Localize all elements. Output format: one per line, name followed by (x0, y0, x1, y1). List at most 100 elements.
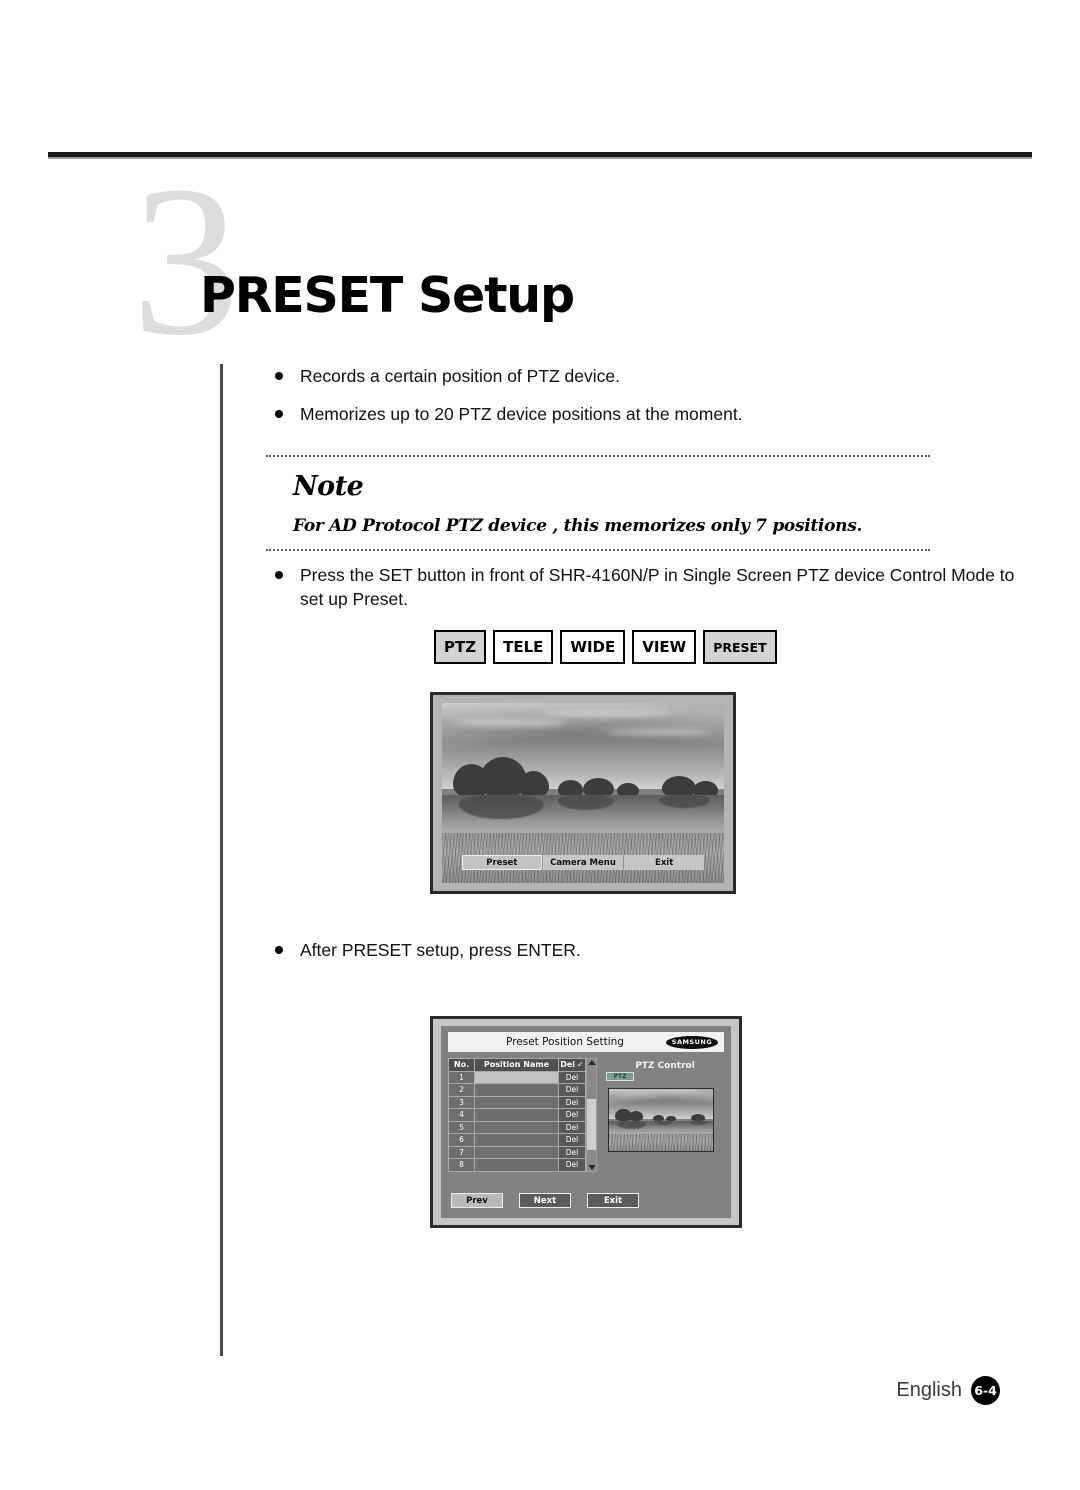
page-footer: English 6-4 (0, 1376, 1000, 1405)
check-icon: ✓ (577, 1060, 584, 1070)
footer-language: English (896, 1379, 962, 1401)
bullet-dot-icon (275, 946, 283, 954)
cell-del-button[interactable]: Del (558, 1133, 586, 1147)
preset-table-body: 1 Del 2 Del 3 Del 4 Del 5 Del 6 Del 7 De… (448, 1070, 586, 1172)
table-row[interactable]: 1 Del (448, 1070, 586, 1084)
next-button[interactable]: Next (519, 1193, 571, 1208)
scroll-up-icon[interactable] (587, 1060, 596, 1065)
camera-live-view: Preset Camera Menu Exit (442, 703, 724, 883)
cell-no: 6 (448, 1133, 475, 1147)
ptz-live-thumbnail (608, 1088, 714, 1152)
scrollbar-thumb[interactable] (587, 1099, 596, 1150)
cloud-shape (543, 709, 674, 717)
column-header-position-name: Position Name (474, 1058, 559, 1072)
preset-table-wrapper: No. Position Name Del ✓ 1 Del 2 Del 3 De… (448, 1058, 597, 1172)
cell-no: 5 (448, 1120, 475, 1134)
osd-item-camera-menu[interactable]: Camera Menu (543, 855, 625, 871)
cell-position-name[interactable] (474, 1158, 559, 1172)
preset-table: No. Position Name Del ✓ 1 Del 2 Del 3 De… (448, 1058, 586, 1172)
key-view-label: VIEW (642, 638, 687, 656)
key-preset[interactable]: PRESET (703, 630, 777, 664)
list-item-text: Press the SET button in front of SHR-416… (300, 565, 1015, 609)
cloud-shape (605, 728, 713, 735)
note-top-divider (266, 455, 930, 457)
key-wide[interactable]: WIDE (560, 630, 626, 664)
cell-no: 8 (448, 1158, 475, 1172)
table-row[interactable]: 8 Del (448, 1158, 586, 1172)
water-region (609, 1120, 713, 1135)
samsung-logo: SAMSUNG (666, 1035, 718, 1049)
thumbnail-view (609, 1089, 713, 1151)
cell-position-name[interactable] (474, 1145, 559, 1159)
field-region (609, 1133, 713, 1151)
cell-del-button[interactable]: Del (558, 1070, 586, 1084)
content-vertical-rule (220, 364, 223, 1356)
table-row[interactable]: 7 Del (448, 1145, 586, 1159)
note-text: For AD Protocol PTZ device , this memori… (293, 516, 863, 536)
key-tele[interactable]: TELE (493, 630, 554, 664)
cell-no: 1 (448, 1070, 475, 1084)
osd-item-exit[interactable]: Exit (624, 855, 704, 870)
cell-no: 2 (448, 1083, 475, 1097)
list-item-text: Records a certain position of PTZ device… (300, 366, 621, 386)
cell-del-button[interactable]: Del (558, 1095, 586, 1109)
scrollbar-track[interactable] (587, 1066, 596, 1164)
monitor-screenshot: Preset Camera Menu Exit (430, 692, 736, 894)
note-label: Note (293, 471, 364, 502)
reflection-shape (654, 1120, 674, 1126)
cell-del-button[interactable]: Del (558, 1145, 586, 1159)
key-view[interactable]: VIEW (632, 630, 697, 664)
cell-position-name[interactable] (474, 1095, 559, 1109)
key-tele-label: TELE (503, 638, 544, 656)
cell-position-name[interactable] (474, 1083, 559, 1097)
chapter-number: 3 (132, 141, 239, 380)
treeline-region (442, 756, 724, 797)
cell-del-button[interactable]: Del (558, 1108, 586, 1122)
exit-button[interactable]: Exit (587, 1193, 639, 1208)
table-row[interactable]: 5 Del (448, 1120, 586, 1134)
tree-shape (518, 770, 550, 797)
column-header-del: Del ✓ (558, 1058, 586, 1072)
preset-position-setting-dialog: Preset Position Setting SAMSUNG No. Posi… (441, 1026, 731, 1218)
dialog-button-row: Prev Next Exit (451, 1193, 639, 1208)
table-row[interactable]: 6 Del (448, 1133, 586, 1147)
list-item-text: Memorizes up to 20 PTZ device positions … (300, 404, 743, 424)
list-item-text: After PRESET setup, press ENTER. (300, 940, 581, 960)
cell-no: 7 (448, 1145, 475, 1159)
cell-position-name[interactable] (474, 1133, 559, 1147)
prev-button[interactable]: Prev (451, 1193, 503, 1208)
note-block: Note For AD Protocol PTZ device , this m… (266, 455, 930, 551)
cell-position-name[interactable] (474, 1070, 559, 1084)
table-row[interactable]: 4 Del (448, 1108, 586, 1122)
dialog-body: No. Position Name Del ✓ 1 Del 2 Del 3 De… (448, 1058, 724, 1172)
preset-table-scrollbar[interactable] (586, 1058, 597, 1172)
cell-del-button[interactable]: Del (558, 1158, 586, 1172)
cell-position-name[interactable] (474, 1120, 559, 1134)
key-wide-label: WIDE (570, 638, 616, 656)
cell-position-name[interactable] (474, 1108, 559, 1122)
cell-del-button[interactable]: Del (558, 1120, 586, 1134)
cell-del-button[interactable]: Del (558, 1083, 586, 1097)
ptz-badge: PTZ (606, 1072, 634, 1081)
table-row[interactable]: 3 Del (448, 1095, 586, 1109)
cloud-shape (453, 718, 567, 728)
note-bottom-divider (266, 549, 930, 551)
bullet-dot-icon (275, 372, 283, 380)
reflection-shape (617, 1120, 647, 1129)
list-item: Press the SET button in front of SHR-416… (266, 563, 1032, 611)
table-row[interactable]: 2 Del (448, 1083, 586, 1097)
reflection-shape (659, 794, 710, 809)
front-panel-key-row: PTZ TELE WIDE VIEW PRESET (434, 630, 777, 664)
list-item: Memorizes up to 20 PTZ device positions … (266, 402, 1032, 426)
bullet-dot-icon (275, 571, 283, 579)
osd-item-preset[interactable]: Preset (461, 855, 543, 871)
key-ptz[interactable]: PTZ (434, 630, 487, 664)
cell-no: 3 (448, 1095, 475, 1109)
reflection-shape (690, 1120, 707, 1125)
key-ptz-label: PTZ (444, 638, 477, 656)
cloud-shape (658, 1090, 701, 1094)
scroll-down-icon[interactable] (587, 1164, 596, 1170)
table-header-row: No. Position Name Del ✓ (448, 1058, 586, 1072)
key-preset-label: PRESET (713, 639, 767, 655)
instruction-bullet-enter: After PRESET setup, press ENTER. (266, 938, 1032, 976)
